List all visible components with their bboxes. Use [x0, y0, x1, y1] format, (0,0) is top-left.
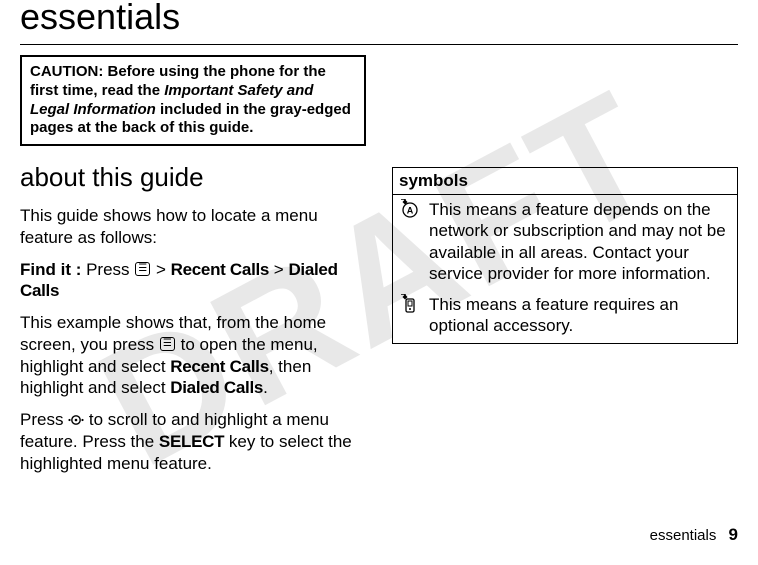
table-row: A This means a feature depends on the ne… — [393, 195, 737, 290]
page-number: 9 — [729, 525, 738, 544]
table-row: This means a feature requires an optiona… — [393, 290, 737, 343]
find-it-label: Find it : — [20, 260, 81, 279]
nav-key-icon — [68, 412, 84, 428]
menu-key-icon: ☰ — [135, 262, 150, 276]
select-key-label: SELECT — [159, 432, 224, 451]
caution-box: CAUTION: Before using the phone for the … — [20, 55, 366, 146]
dialed-calls-inline: Dialed Calls — [170, 378, 263, 397]
nav-a: Press — [20, 410, 68, 429]
chapter-title: essentials — [20, 0, 738, 38]
symbol-text-network: This means a feature depends on the netw… — [429, 199, 731, 284]
ex-d: . — [263, 378, 268, 397]
symbols-header: symbols — [393, 168, 737, 195]
menu-key-icon: ☰ — [160, 337, 175, 351]
find-it-line: Find it : Press ☰ > Recent Calls > Diale… — [20, 259, 366, 303]
section-heading: about this guide — [20, 162, 366, 193]
svg-text:A: A — [407, 206, 414, 216]
page-footer: essentials 9 — [650, 525, 738, 545]
recent-calls-inline: Recent Calls — [170, 357, 268, 376]
symbols-table: symbols A This means a feature depends o… — [392, 167, 738, 344]
right-column: symbols A This means a feature depends o… — [392, 55, 738, 484]
page-content: essentials CAUTION: Before using the pho… — [0, 0, 758, 504]
find-it-press: Press — [81, 260, 134, 279]
example-paragraph: This example shows that, from the home s… — [20, 312, 366, 399]
nav-paragraph: Press to scroll to and highlight a menu … — [20, 409, 366, 474]
menu-item-recent-calls: Recent Calls — [171, 260, 269, 279]
left-column: CAUTION: Before using the phone for the … — [20, 55, 366, 484]
network-dependent-icon: A — [399, 199, 421, 284]
horizontal-rule — [20, 44, 738, 45]
accessory-required-icon — [399, 294, 421, 337]
footer-label: essentials — [650, 527, 717, 544]
symbol-text-accessory: This means a feature requires an optiona… — [429, 294, 731, 337]
sep-1: > — [151, 260, 170, 279]
intro-paragraph: This guide shows how to locate a menu fe… — [20, 205, 366, 249]
sep-2: > — [269, 260, 288, 279]
caution-prefix: CAUTION: — [30, 63, 103, 80]
